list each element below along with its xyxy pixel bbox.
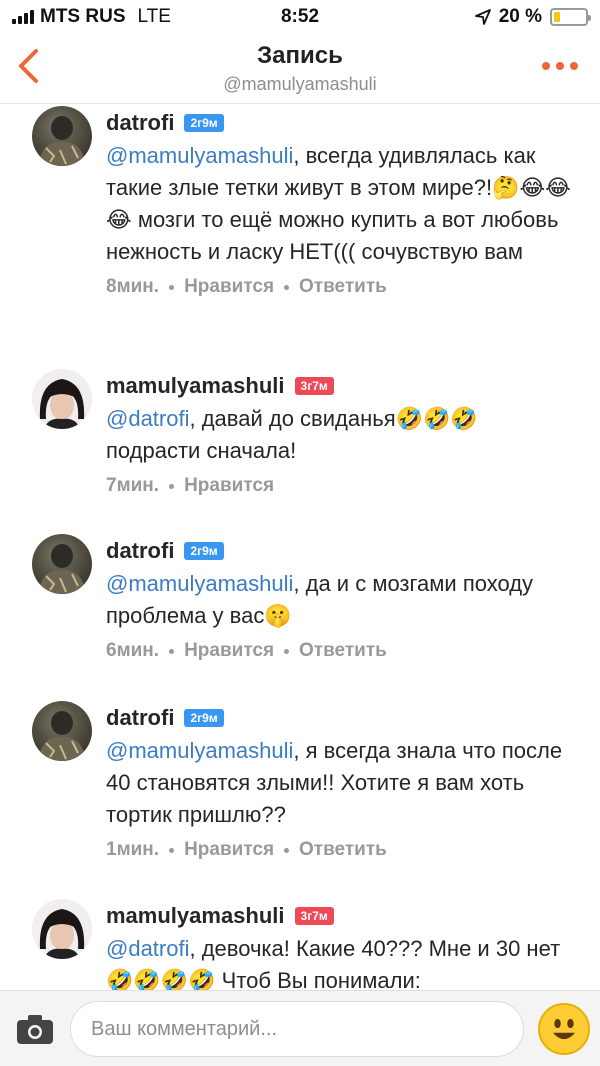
like-button[interactable]: Нравится (184, 640, 274, 662)
age-badge: 2г9м (184, 114, 224, 132)
age-badge: 3г7м (294, 377, 334, 395)
comment-username[interactable]: mamulyamashuli (106, 903, 285, 929)
comment-text: @mamulyamashuli, я всегда знала что посл… (106, 735, 576, 831)
avatar[interactable] (32, 701, 92, 761)
age-badge: 2г9м (184, 542, 224, 560)
comment-time: 7мин. (106, 475, 160, 496)
status-bar: MTS RUS LTE 8:52 20 % (0, 0, 600, 34)
more-dots-icon[interactable] (542, 62, 578, 70)
mention-link[interactable]: @datrofi (106, 936, 189, 961)
comment-list: datrofi 2г9м @mamulyamashuli, всегда уди… (0, 104, 600, 990)
emoji-button[interactable] (538, 1003, 590, 1055)
reply-button[interactable]: Ответить (299, 839, 387, 861)
mention-link[interactable]: @mamulyamashuli (106, 571, 293, 596)
age-badge: 2г9м (184, 709, 224, 727)
comment-meta: 1мин. Нравится Ответить (106, 839, 576, 861)
nav-header: Запись @mamulyamashuli (0, 34, 600, 104)
comment-meta: 7мин. Нравится (106, 475, 576, 497)
avatar[interactable] (32, 369, 92, 429)
comment-text: @datrofi, девочка! Какие 40??? Мне и 30 … (106, 933, 576, 990)
comment-username[interactable]: mamulyamashuli (106, 373, 285, 399)
battery-icon (550, 8, 591, 26)
age-badge: 3г7м (294, 907, 334, 925)
comment-time: 8мин. (106, 276, 160, 297)
comment-username[interactable]: datrofi (106, 705, 174, 731)
comment-input[interactable]: Ваш комментарий... (70, 1001, 524, 1057)
mention-link[interactable]: @mamulyamashuli (106, 738, 293, 763)
battery-percent: 20 % (498, 6, 542, 27)
mention-link[interactable]: @datrofi (106, 406, 189, 431)
comment-composer: Ваш комментарий... (0, 990, 600, 1066)
comment-meta: 6мин. Нравится Ответить (106, 640, 576, 662)
battery-level (554, 12, 560, 22)
avatar[interactable] (32, 899, 92, 959)
clock: 8:52 (280, 6, 320, 27)
comment-time: 1мин. (106, 839, 160, 860)
comment-username[interactable]: datrofi (106, 538, 174, 564)
comment-time: 6мин. (106, 640, 160, 661)
like-button[interactable]: Нравится (184, 276, 274, 298)
location-arrow-icon (474, 9, 491, 25)
reply-button[interactable]: Ответить (299, 276, 387, 298)
avatar[interactable] (32, 106, 92, 166)
avatar[interactable] (32, 534, 92, 594)
comment-text: @mamulyamashuli, да и с мозгами походу п… (106, 568, 576, 632)
page-title: Запись (257, 42, 343, 69)
comment-text: @mamulyamashuli, всегда удивлялась как т… (106, 140, 576, 268)
reply-button[interactable]: Ответить (299, 640, 387, 662)
page-subtitle[interactable]: @mamulyamashuli (0, 74, 600, 95)
mention-link[interactable]: @mamulyamashuli (106, 143, 293, 168)
comment-text: @datrofi, давай до свиданья🤣🤣🤣 подрасти … (106, 403, 576, 467)
camera-icon[interactable] (16, 1013, 54, 1045)
like-button[interactable]: Нравится (184, 475, 274, 497)
comment-meta: 8мин. Нравится Ответить (106, 276, 576, 298)
network-type: LTE (137, 6, 171, 27)
comment-username[interactable]: datrofi (106, 110, 174, 136)
signal-icon (12, 10, 34, 24)
carrier-name: MTS RUS (40, 6, 126, 27)
like-button[interactable]: Нравится (184, 839, 274, 861)
emoji-icon (552, 1018, 576, 1040)
